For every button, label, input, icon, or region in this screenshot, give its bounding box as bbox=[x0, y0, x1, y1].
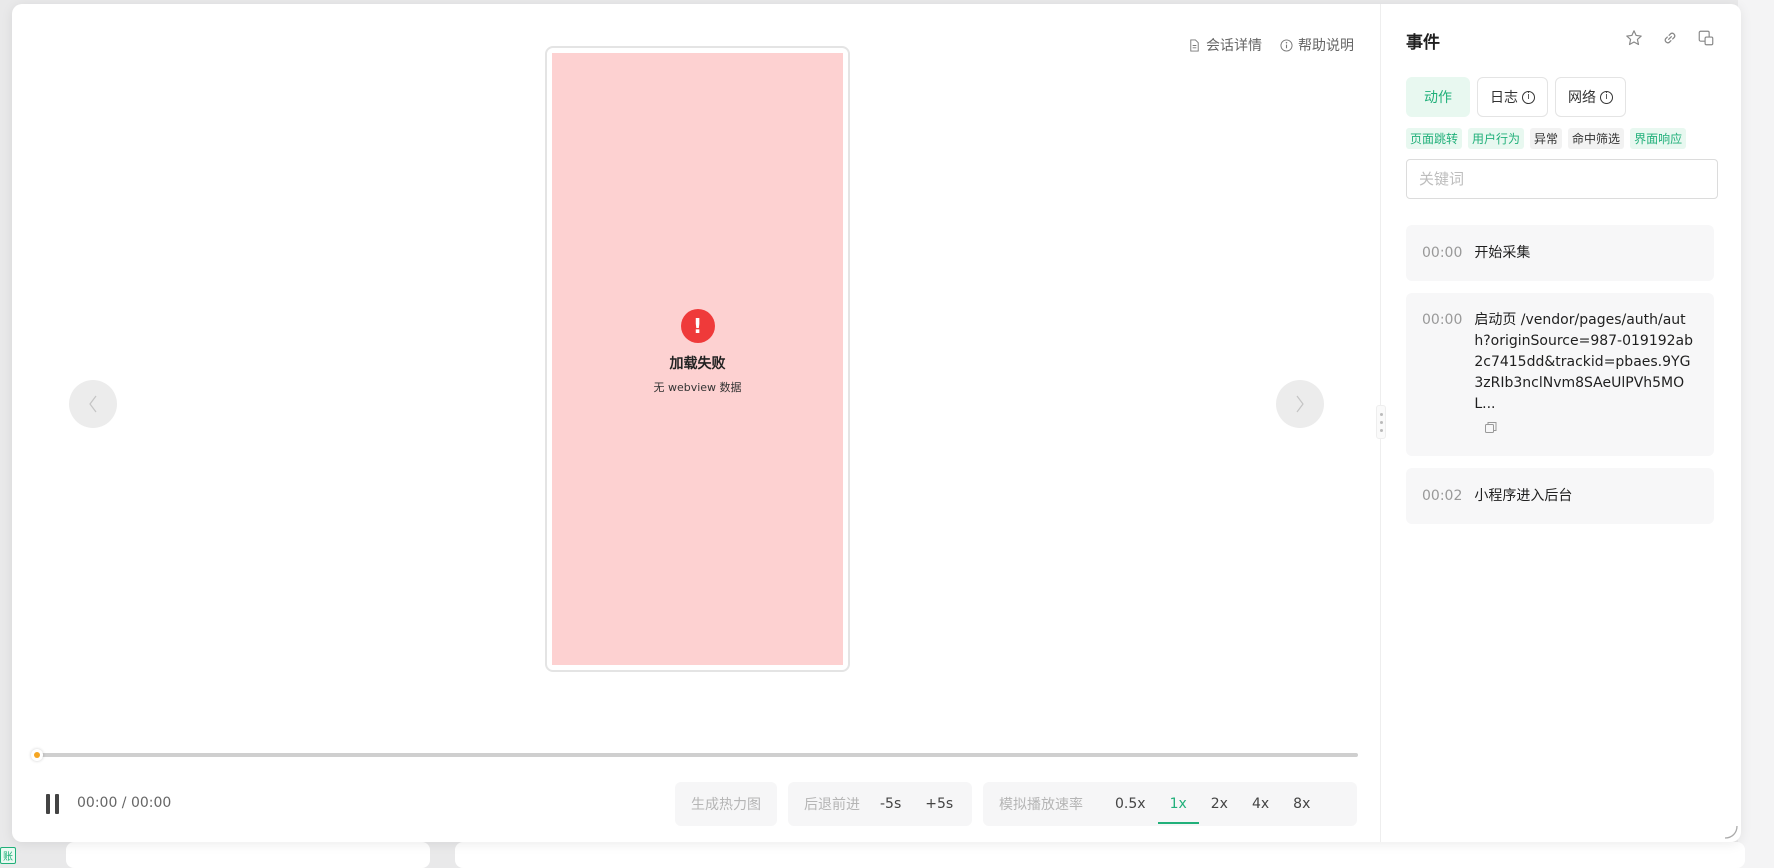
tab-logs[interactable]: 日志 i bbox=[1477, 77, 1548, 117]
phone-screen: ! 加载失败 无 webview 数据 bbox=[552, 53, 843, 665]
progress-track[interactable] bbox=[36, 753, 1358, 757]
speed-option[interactable]: 4x bbox=[1240, 782, 1281, 826]
filter-page-navigation[interactable]: 页面跳转 bbox=[1406, 128, 1463, 149]
event-item[interactable]: 00:00 启动页 /vendor/pages/auth/auth?origin… bbox=[1406, 293, 1714, 456]
error-icon: ! bbox=[680, 309, 715, 343]
speed-option[interactable]: 8x bbox=[1281, 782, 1322, 826]
star-icon[interactable] bbox=[1625, 29, 1643, 47]
info-icon: i bbox=[1600, 90, 1613, 104]
events-toolbar bbox=[1625, 29, 1715, 47]
seek-group: 后退前进 -5s +5s bbox=[788, 782, 972, 826]
background-page-edge bbox=[1738, 0, 1774, 868]
filter-hit-filter[interactable]: 命中筛选 bbox=[1568, 128, 1625, 149]
event-filters: 页面跳转 用户行为 异常 命中筛选 界面响应 bbox=[1406, 128, 1687, 149]
info-icon: i bbox=[1522, 90, 1535, 104]
top-links: 会话详情 帮助说明 bbox=[1188, 35, 1354, 55]
background-tag: 账 bbox=[0, 847, 16, 864]
filter-user-behavior[interactable]: 用户行为 bbox=[1468, 128, 1525, 149]
previous-arrow-button[interactable] bbox=[69, 380, 117, 428]
speed-option[interactable]: 0.5x bbox=[1103, 782, 1158, 826]
tab-label: 动作 bbox=[1424, 90, 1452, 106]
player-controls: 00:00 / 00:00 生成热力图 后退前进 -5s +5s 模拟播放速率 … bbox=[12, 782, 1381, 826]
copy-icon[interactable] bbox=[1484, 421, 1498, 435]
progress-handle[interactable] bbox=[31, 749, 43, 761]
error-title: 加载失败 bbox=[669, 356, 726, 372]
seek-forward-button[interactable]: +5s bbox=[913, 782, 965, 826]
phone-frame: ! 加载失败 无 webview 数据 bbox=[545, 46, 850, 672]
event-item[interactable]: 00:02 小程序进入后台 bbox=[1406, 468, 1714, 524]
event-time: 00:00 bbox=[1422, 244, 1463, 261]
event-text: 开始采集 bbox=[1474, 244, 1531, 261]
background-card bbox=[66, 842, 430, 868]
pause-icon-bar bbox=[54, 794, 59, 814]
event-list: 00:00 开始采集 00:00 启动页 /vendor/pages/auth/… bbox=[1406, 225, 1714, 536]
event-time: 00:00 bbox=[1422, 312, 1463, 328]
tab-label: 日志 bbox=[1490, 90, 1518, 106]
resize-corner-icon[interactable] bbox=[1721, 822, 1739, 840]
event-text: 启动页 /vendor/pages/auth/auth?originSource… bbox=[1474, 312, 1694, 412]
error-subtitle: 无 webview 数据 bbox=[653, 381, 742, 394]
background-card bbox=[455, 842, 1745, 868]
event-item[interactable]: 00:00 开始采集 bbox=[1406, 225, 1714, 281]
speed-group: 模拟播放速率 0.5x 1x 2x 4x 8x bbox=[983, 782, 1357, 826]
event-body: 启动页 /vendor/pages/auth/auth?originSource… bbox=[1474, 310, 1699, 439]
session-details-link[interactable]: 会话详情 bbox=[1188, 35, 1262, 55]
heatmap-button[interactable]: 生成热力图 bbox=[675, 782, 777, 826]
tab-label: 网络 bbox=[1568, 90, 1596, 106]
tab-network[interactable]: 网络 i bbox=[1555, 77, 1626, 117]
event-text: 小程序进入后台 bbox=[1474, 487, 1573, 504]
events-title: 事件 bbox=[1406, 33, 1440, 53]
document-icon bbox=[1190, 38, 1199, 52]
info-icon bbox=[1280, 38, 1293, 52]
pause-button[interactable] bbox=[42, 794, 62, 814]
speed-option[interactable]: 1x bbox=[1157, 782, 1199, 826]
filter-ui-response[interactable]: 界面响应 bbox=[1630, 128, 1687, 149]
link-icon[interactable] bbox=[1661, 29, 1679, 47]
session-replay-modal: 会话详情 帮助说明 ! 加载失败 无 webview 数据 00:00 / 00… bbox=[12, 4, 1741, 842]
chevron-right-icon bbox=[1296, 395, 1304, 413]
session-details-label: 会话详情 bbox=[1206, 38, 1262, 54]
next-arrow-button[interactable] bbox=[1276, 380, 1324, 428]
replay-player: 会话详情 帮助说明 ! 加载失败 无 webview 数据 00:00 / 00… bbox=[12, 4, 1381, 842]
chevron-left-icon bbox=[89, 395, 97, 413]
seek-label: 后退前进 bbox=[804, 797, 860, 813]
events-tabs: 动作 日志 i 网络 i bbox=[1406, 77, 1626, 117]
pause-icon bbox=[45, 794, 50, 814]
tab-actions[interactable]: 动作 bbox=[1406, 77, 1470, 117]
help-label: 帮助说明 bbox=[1298, 38, 1354, 54]
speed-label: 模拟播放速率 bbox=[999, 797, 1083, 813]
filter-exception[interactable]: 异常 bbox=[1530, 128, 1563, 149]
copy-window-icon[interactable] bbox=[1697, 29, 1715, 47]
event-time: 00:02 bbox=[1422, 487, 1463, 504]
events-panel: 事件 动作 日志 i 网络 i 页面跳转 用户行为 异常 命中筛选 界面响应 关… bbox=[1382, 4, 1741, 842]
heatmap-label: 生成热力图 bbox=[691, 797, 761, 813]
keyword-search-input[interactable] bbox=[1406, 159, 1718, 199]
time-display: 00:00 / 00:00 bbox=[77, 795, 172, 811]
help-link[interactable]: 帮助说明 bbox=[1280, 35, 1354, 55]
speed-option[interactable]: 2x bbox=[1199, 782, 1240, 826]
seek-back-button[interactable]: -5s bbox=[868, 782, 913, 826]
